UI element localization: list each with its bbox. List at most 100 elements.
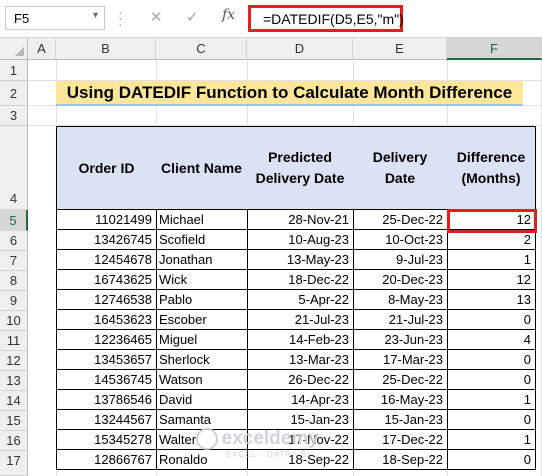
- delivery-date-cell[interactable]: 17-Dec-22: [353, 430, 448, 450]
- row-header-7[interactable]: 7: [0, 251, 28, 271]
- difference-cell[interactable]: 1: [447, 430, 536, 450]
- fx-label: fx: [222, 7, 236, 23]
- predicted-date-cell[interactable]: 21-Jul-23: [247, 310, 354, 330]
- difference-cell[interactable]: 2: [447, 230, 536, 250]
- row-header-6[interactable]: 6: [0, 231, 28, 251]
- order-id-cell[interactable]: 12236465: [56, 330, 157, 350]
- difference-cell[interactable]: 0: [447, 410, 536, 430]
- client-name-cell[interactable]: Pablo: [156, 290, 248, 310]
- name-box[interactable]: F5 ▾: [5, 6, 105, 30]
- header-difference-line1: Difference: [456, 149, 526, 165]
- column-header-d[interactable]: D: [247, 38, 353, 60]
- difference-cell[interactable]: 0: [447, 310, 536, 330]
- order-id-cell[interactable]: 12746538: [56, 290, 157, 310]
- delivery-date-cell[interactable]: 23-Jun-23: [353, 330, 448, 350]
- difference-cell[interactable]: 4: [447, 330, 536, 350]
- delivery-date-cell[interactable]: 18-Sep-22: [353, 450, 448, 470]
- row-header-5[interactable]: 5: [0, 210, 28, 231]
- delivery-date-cell[interactable]: 8-May-23: [353, 290, 448, 310]
- predicted-date-cell[interactable]: 13-May-23: [247, 250, 354, 270]
- predicted-date-cell[interactable]: 26-Dec-22: [247, 370, 354, 390]
- client-name-cell[interactable]: Miguel: [156, 330, 248, 350]
- difference-cell[interactable]: 13: [447, 290, 536, 310]
- cancel-icon[interactable]: ✕: [150, 8, 163, 26]
- column-header-c[interactable]: C: [156, 38, 247, 60]
- column-header-e[interactable]: E: [353, 38, 447, 60]
- order-id-cell[interactable]: 13453657: [56, 350, 157, 370]
- row-header-9[interactable]: 9: [0, 291, 28, 311]
- client-name-cell[interactable]: Samanta: [156, 410, 248, 430]
- row-header-10[interactable]: 10: [0, 311, 28, 331]
- difference-cell[interactable]: 0: [447, 450, 536, 470]
- order-id-cell[interactable]: 13786546: [56, 390, 157, 410]
- delivery-date-cell[interactable]: 17-Mar-23: [353, 350, 448, 370]
- row-header-17[interactable]: 17: [0, 451, 28, 476]
- column-header-f[interactable]: F: [447, 38, 542, 60]
- row-header-4[interactable]: 4: [0, 126, 28, 210]
- predicted-date-cell[interactable]: 14-Apr-23: [247, 390, 354, 410]
- client-name-cell[interactable]: Michael: [156, 210, 248, 230]
- enter-icon[interactable]: ✓: [186, 8, 199, 26]
- header-predicted-line2: Delivery Date: [255, 170, 345, 186]
- header-client-name-label: Client Name: [161, 159, 242, 176]
- predicted-date-cell[interactable]: 14-Feb-23: [247, 330, 354, 350]
- row-header-16[interactable]: 16: [0, 431, 28, 451]
- row-header-2[interactable]: 2: [0, 81, 28, 106]
- difference-cell[interactable]: 1: [447, 250, 536, 270]
- row-header-12[interactable]: 12: [0, 351, 28, 371]
- delivery-date-cell[interactable]: 21-Jul-23: [353, 310, 448, 330]
- client-name-cell[interactable]: Jonathan: [156, 250, 248, 270]
- order-id-cell[interactable]: 14536745: [56, 370, 157, 390]
- row-header-8[interactable]: 8: [0, 271, 28, 291]
- predicted-date-cell[interactable]: 13-Mar-23: [247, 350, 354, 370]
- delivery-date-cell[interactable]: 25-Dec-22: [353, 370, 448, 390]
- predicted-date-cell[interactable]: 18-Dec-22: [247, 270, 354, 290]
- delivery-date-cell[interactable]: 10-Oct-23: [353, 230, 448, 250]
- row-header-13[interactable]: 13: [0, 371, 28, 391]
- header-client-name: Client Name: [156, 126, 248, 210]
- order-id-cell[interactable]: 11021499: [56, 210, 157, 230]
- predicted-date-cell[interactable]: 5-Apr-22: [247, 290, 354, 310]
- delivery-date-cell[interactable]: 20-Dec-23: [353, 270, 448, 290]
- delivery-date-cell[interactable]: 16-May-23: [353, 390, 448, 410]
- insert-function-icon[interactable]: fx: [222, 7, 235, 23]
- select-all-button[interactable]: [0, 38, 28, 60]
- column-header-b[interactable]: B: [56, 38, 156, 60]
- client-name-cell[interactable]: Sherlock: [156, 350, 248, 370]
- column-header-a[interactable]: A: [28, 38, 56, 60]
- difference-cell[interactable]: 0: [447, 350, 536, 370]
- order-id-cell[interactable]: 16743625: [56, 270, 157, 290]
- client-name-cell[interactable]: Scofield: [156, 230, 248, 250]
- order-id-cell[interactable]: 16453623: [56, 310, 157, 330]
- delivery-date-cell[interactable]: 25-Dec-22: [353, 210, 448, 230]
- order-id-cell[interactable]: 15345278: [56, 430, 157, 450]
- difference-cell[interactable]: 1: [447, 390, 536, 410]
- predicted-date-cell[interactable]: 28-Nov-21: [247, 210, 354, 230]
- watermark-brand: exceldemy: [221, 428, 319, 449]
- client-name-cell[interactable]: Watson: [156, 370, 248, 390]
- chevron-down-icon[interactable]: ▾: [93, 10, 98, 21]
- formula-input[interactable]: =DATEDIF(D5,E5,"m"): [248, 5, 404, 32]
- active-cell-highlight[interactable]: [447, 209, 537, 233]
- order-id-cell[interactable]: 12454678: [56, 250, 157, 270]
- client-name-cell[interactable]: Wick: [156, 270, 248, 290]
- predicted-date-cell[interactable]: 15-Jan-23: [247, 410, 354, 430]
- client-name-cell[interactable]: David: [156, 390, 248, 410]
- header-order-id: Order ID: [56, 126, 157, 210]
- drag-handle-icon[interactable]: · · ·: [118, 5, 123, 31]
- row-header-14[interactable]: 14: [0, 391, 28, 411]
- order-id-cell[interactable]: 13426745: [56, 230, 157, 250]
- delivery-date-cell[interactable]: 9-Jul-23: [353, 250, 448, 270]
- client-name-cell[interactable]: Escober: [156, 310, 248, 330]
- row-header-1[interactable]: 1: [0, 60, 28, 81]
- row-header-3[interactable]: 3: [0, 106, 28, 126]
- row-header-15[interactable]: 15: [0, 411, 28, 431]
- difference-cell[interactable]: 0: [447, 370, 536, 390]
- order-id-cell[interactable]: 12866767: [56, 450, 157, 470]
- delivery-date-cell[interactable]: 15-Jan-23: [353, 410, 448, 430]
- predicted-date-cell[interactable]: 10-Aug-23: [247, 230, 354, 250]
- page-title: Using DATEDIF Function to Calculate Mont…: [56, 81, 523, 106]
- row-header-11[interactable]: 11: [0, 331, 28, 351]
- difference-cell[interactable]: 12: [447, 270, 536, 290]
- order-id-cell[interactable]: 13244567: [56, 410, 157, 430]
